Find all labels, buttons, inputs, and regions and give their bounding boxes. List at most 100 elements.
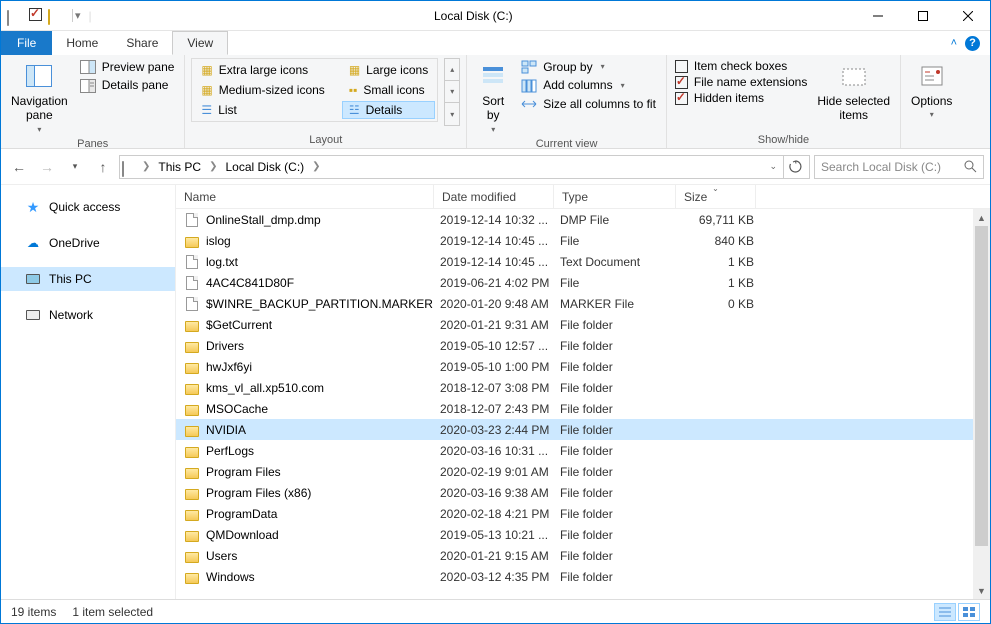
tab-view[interactable]: View [172, 31, 228, 55]
cell-name: QMDownload [206, 528, 440, 542]
cell-type: DMP File [560, 213, 682, 227]
scroll-down-icon[interactable]: ▼ [973, 582, 990, 599]
header-name[interactable]: Name [176, 185, 434, 208]
table-row[interactable]: NVIDIA2020-03-23 2:44 PMFile folder [176, 419, 990, 440]
cell-type: File folder [560, 465, 682, 479]
size-columns-button[interactable]: Size all columns to fit [517, 95, 660, 113]
qat-properties-checkbox[interactable] [29, 8, 42, 24]
layout-small[interactable]: ▪▪Small icons [342, 81, 435, 99]
statusbar-details-view[interactable] [934, 603, 956, 621]
table-row[interactable]: QMDownload2019-05-13 10:21 ...File folde… [176, 524, 990, 545]
layout-large[interactable]: ▦Large icons [342, 61, 435, 79]
header-date[interactable]: Date modified [434, 185, 554, 208]
hide-selected-button[interactable]: Hide selected items [813, 58, 894, 125]
search-icon[interactable] [964, 160, 977, 173]
tab-file[interactable]: File [1, 31, 52, 55]
cell-date: 2020-01-21 9:15 AM [440, 549, 560, 563]
navitem-thispc[interactable]: This PC [1, 267, 175, 291]
tab-share[interactable]: Share [112, 31, 172, 55]
cell-name: log.txt [206, 255, 440, 269]
vertical-scrollbar[interactable]: ▲ ▼ [973, 209, 990, 599]
statusbar-thumbnails-view[interactable] [958, 603, 980, 621]
navitem-network[interactable]: Network [1, 303, 175, 327]
table-row[interactable]: $GetCurrent2020-01-21 9:31 AMFile folder [176, 314, 990, 335]
details-pane-button[interactable]: Details pane [76, 76, 179, 94]
forward-button[interactable]: → [35, 155, 59, 179]
help-icon[interactable]: ? [965, 36, 980, 51]
up-button[interactable]: ↑ [91, 155, 115, 179]
table-row[interactable]: OnlineStall_dmp.dmp2019-12-14 10:32 ...D… [176, 209, 990, 230]
table-row[interactable]: kms_vl_all.xp510.com2018-12-07 3:08 PMFi… [176, 377, 990, 398]
collapse-ribbon-icon[interactable]: ˄ [951, 37, 957, 49]
cell-name: OnlineStall_dmp.dmp [206, 213, 440, 227]
back-button[interactable]: ← [7, 155, 31, 179]
cell-type: File folder [560, 549, 682, 563]
group-by-button[interactable]: Group by▾ [517, 58, 660, 76]
cell-date: 2018-12-07 2:43 PM [440, 402, 560, 416]
table-row[interactable]: islog2019-12-14 10:45 ...File840 KB [176, 230, 990, 251]
network-icon [25, 307, 41, 323]
table-row[interactable]: hwJxf6yi2019-05-10 1:00 PMFile folder [176, 356, 990, 377]
options-button[interactable]: Options ▾ [907, 58, 956, 122]
cell-name: hwJxf6yi [206, 360, 440, 374]
cell-type: File folder [560, 423, 682, 437]
breadcrumb-thispc[interactable]: This PC [154, 158, 205, 176]
file-extensions-toggle[interactable]: File name extensions [673, 74, 809, 90]
refresh-button[interactable] [783, 155, 807, 179]
layout-medium[interactable]: ▦Medium-sized icons [194, 81, 331, 99]
preview-pane-button[interactable]: Preview pane [76, 58, 179, 76]
qat-dropdown[interactable]: ▾ [72, 9, 83, 22]
hidden-items-toggle[interactable]: Hidden items [673, 90, 809, 106]
table-row[interactable]: Program Files (x86)2020-03-16 9:38 AMFil… [176, 482, 990, 503]
minimize-button[interactable] [855, 1, 900, 31]
layout-list[interactable]: ☰List [194, 101, 331, 119]
navitem-onedrive[interactable]: ☁OneDrive [1, 231, 175, 255]
chevron-right-icon[interactable]: ❯ [207, 161, 219, 172]
cell-type: File [560, 234, 682, 248]
qat-folder-icon[interactable] [48, 8, 64, 24]
cell-name: 4AC4C841D80F [206, 276, 440, 290]
table-row[interactable]: $WINRE_BACKUP_PARTITION.MARKER2020-01-20… [176, 293, 990, 314]
folder-icon [184, 401, 200, 417]
navitem-quick-access[interactable]: ★Quick access [1, 195, 175, 219]
table-row[interactable]: Program Files2020-02-19 9:01 AMFile fold… [176, 461, 990, 482]
layout-details[interactable]: ☳Details [342, 101, 435, 119]
item-checkboxes-toggle[interactable]: Item check boxes [673, 58, 809, 74]
table-row[interactable]: Users2020-01-21 9:15 AMFile folder [176, 545, 990, 566]
sort-indicator-icon: ⌄ [712, 185, 719, 193]
navigation-pane-button[interactable]: Navigation pane ▾ [7, 58, 72, 136]
maximize-button[interactable] [900, 1, 945, 31]
layout-gallery[interactable]: ▦Extra large icons ▦Large icons ▦Medium-… [191, 58, 438, 122]
folder-icon [184, 506, 200, 522]
layout-extra-large[interactable]: ▦Extra large icons [194, 61, 331, 79]
chevron-right-icon[interactable]: ❯ [140, 161, 152, 172]
table-row[interactable]: MSOCache2018-12-07 2:43 PMFile folder [176, 398, 990, 419]
add-columns-button[interactable]: Add columns▾ [517, 76, 660, 94]
recent-dropdown[interactable]: ▾ [63, 155, 87, 179]
table-row[interactable]: ProgramData2020-02-18 4:21 PMFile folder [176, 503, 990, 524]
layout-scroll[interactable]: ▴▾▾ [444, 58, 460, 126]
cell-date: 2019-05-13 10:21 ... [440, 528, 560, 542]
table-row[interactable]: Drivers2019-05-10 12:57 ...File folder [176, 335, 990, 356]
table-row[interactable]: PerfLogs2020-03-16 10:31 ...File folder [176, 440, 990, 461]
search-input[interactable]: Search Local Disk (C:) [814, 155, 984, 179]
tab-home[interactable]: Home [52, 31, 112, 55]
address-dropdown[interactable]: ⌄ [763, 161, 783, 172]
chevron-right-icon[interactable]: ❯ [310, 161, 322, 172]
scroll-up-icon[interactable]: ▲ [973, 209, 990, 226]
cell-name: kms_vl_all.xp510.com [206, 381, 440, 395]
cell-date: 2020-03-12 4:35 PM [440, 570, 560, 584]
address-bar[interactable]: ❯ This PC ❯ Local Disk (C:) ❯ ⌄ [119, 155, 810, 179]
table-row[interactable]: Windows2020-03-12 4:35 PMFile folder [176, 566, 990, 587]
sort-by-button[interactable]: Sort by ▾ [473, 58, 513, 136]
group-label-show-hide: Show/hide [673, 132, 894, 148]
cell-date: 2020-02-19 9:01 AM [440, 465, 560, 479]
header-size[interactable]: Size⌄ [676, 185, 756, 208]
table-row[interactable]: 4AC4C841D80F2019-06-21 4:02 PMFile1 KB [176, 272, 990, 293]
cell-date: 2020-03-23 2:44 PM [440, 423, 560, 437]
scroll-thumb[interactable] [975, 226, 988, 546]
breadcrumb-localdisk[interactable]: Local Disk (C:) [221, 158, 308, 176]
header-type[interactable]: Type [554, 185, 676, 208]
table-row[interactable]: log.txt2019-12-14 10:45 ...Text Document… [176, 251, 990, 272]
close-button[interactable] [945, 1, 990, 31]
